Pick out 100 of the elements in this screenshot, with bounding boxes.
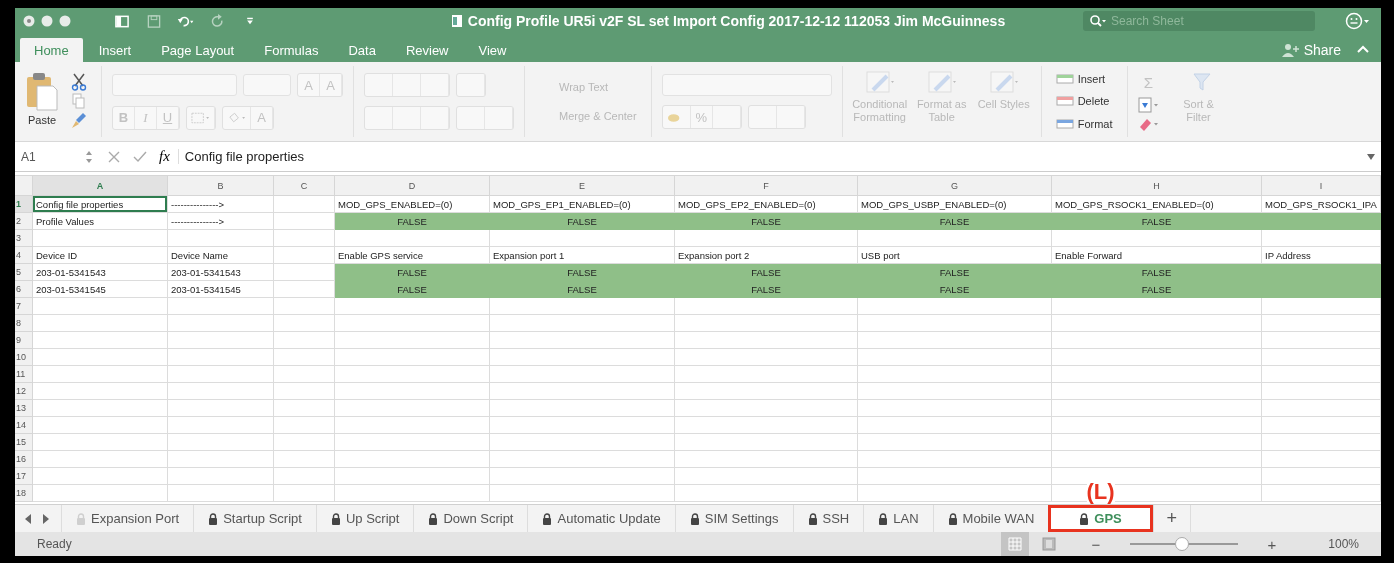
status-text: Ready bbox=[37, 537, 72, 551]
next-sheet-icon[interactable] bbox=[41, 512, 51, 525]
zoom-in-button[interactable]: + bbox=[1261, 534, 1283, 554]
normal-view-button[interactable] bbox=[1001, 532, 1029, 556]
row-header[interactable]: 2 bbox=[15, 213, 33, 230]
collapse-icon[interactable] bbox=[1357, 45, 1369, 53]
column-header[interactable]: D bbox=[335, 176, 490, 196]
table-style-icon bbox=[988, 70, 1019, 96]
table-cell: FALSE bbox=[858, 281, 1052, 298]
table-cell bbox=[274, 332, 335, 349]
column-header[interactable]: C bbox=[274, 176, 335, 196]
search-icon bbox=[1089, 14, 1107, 28]
table-cell: FALSE bbox=[490, 213, 675, 230]
table-cell: 203-01-5341543 bbox=[168, 264, 274, 281]
table-cell: Device ID bbox=[33, 247, 168, 264]
save-icon[interactable] bbox=[145, 13, 163, 29]
column-header[interactable]: G bbox=[858, 176, 1052, 196]
expand-icon[interactable] bbox=[1367, 153, 1375, 160]
row-header[interactable]: 11 bbox=[15, 366, 33, 383]
fill-down-icon[interactable] bbox=[1137, 96, 1160, 113]
cells-icon bbox=[1055, 117, 1074, 130]
scissors-icon[interactable] bbox=[71, 72, 87, 91]
zoom-out-button[interactable]: − bbox=[1085, 534, 1107, 554]
column-header[interactable]: A bbox=[33, 176, 168, 196]
table-cell bbox=[274, 400, 335, 417]
row-header[interactable]: 17 bbox=[15, 468, 33, 485]
person-add-icon bbox=[1281, 43, 1300, 57]
cells-icon bbox=[1055, 95, 1074, 108]
column-header[interactable]: B bbox=[168, 176, 274, 196]
table-cell bbox=[274, 468, 335, 485]
document-icon bbox=[450, 14, 463, 28]
row-header[interactable]: 1 bbox=[15, 196, 33, 213]
zoom-slider-thumb[interactable] bbox=[1174, 537, 1189, 551]
brush-icon[interactable] bbox=[71, 112, 87, 131]
table-cell: FALSE bbox=[335, 264, 490, 281]
row-header[interactable]: 4 bbox=[15, 247, 33, 264]
minimize-icon[interactable] bbox=[41, 15, 53, 27]
sheet-tab[interactable]: GPS bbox=[1048, 505, 1153, 532]
column-header[interactable]: F bbox=[675, 176, 858, 196]
cells-icon bbox=[1055, 73, 1074, 86]
table-cell bbox=[274, 366, 335, 383]
row-header[interactable]: 12 bbox=[15, 383, 33, 400]
cells-button[interactable]: Insert bbox=[1055, 73, 1113, 86]
zoom-icon[interactable] bbox=[59, 15, 71, 27]
table-cell: FALSE bbox=[1052, 264, 1262, 281]
table-cell: 203-01-5341545 bbox=[168, 281, 274, 298]
table-cell bbox=[274, 434, 335, 451]
row-header[interactable]: 6 bbox=[15, 281, 33, 298]
row-header[interactable]: 8 bbox=[15, 315, 33, 332]
paint-bucket-icon bbox=[227, 111, 246, 124]
page-icon bbox=[1042, 537, 1056, 551]
border-icon bbox=[191, 111, 210, 124]
table-cell bbox=[274, 383, 335, 400]
ribbon-tab[interactable]: Home bbox=[20, 38, 83, 62]
table-cell: FALSE bbox=[1052, 281, 1262, 298]
table-cell: Device Name bbox=[168, 247, 274, 264]
previous-sheet-icon[interactable] bbox=[23, 512, 33, 525]
table-cell bbox=[274, 485, 335, 502]
row-header[interactable]: 18 bbox=[15, 485, 33, 502]
clipboard-icon[interactable] bbox=[25, 72, 59, 112]
sidebar-icon[interactable] bbox=[113, 13, 131, 29]
search-field[interactable]: Search Sheet bbox=[1083, 11, 1315, 31]
table-cell: FALSE bbox=[335, 281, 490, 298]
column-header[interactable]: H bbox=[1052, 176, 1262, 196]
table-cell: 203-01-5341543 bbox=[33, 264, 168, 281]
table-cell: FALSE bbox=[675, 264, 858, 281]
smiley-icon[interactable] bbox=[1345, 12, 1371, 30]
cells-button[interactable]: Format bbox=[1055, 117, 1113, 130]
table-cell: FALSE bbox=[490, 264, 675, 281]
table-cell bbox=[274, 349, 335, 366]
function-label[interactable]: fx bbox=[159, 148, 170, 165]
name-box[interactable]: A1 bbox=[15, 149, 85, 164]
select-all-button[interactable] bbox=[15, 176, 33, 196]
table-style-icon bbox=[864, 70, 895, 96]
column-header[interactable]: I bbox=[1262, 176, 1381, 196]
table-cell bbox=[274, 315, 335, 332]
close-icon[interactable] bbox=[23, 15, 35, 27]
check-icon[interactable] bbox=[133, 149, 147, 164]
annotation-label: (L) bbox=[1086, 481, 1115, 503]
table-cell bbox=[274, 298, 335, 315]
row-header[interactable]: 3 bbox=[15, 230, 33, 247]
row-header[interactable]: 7 bbox=[15, 298, 33, 315]
row-header[interactable]: 15 bbox=[15, 434, 33, 451]
zoom-level: 100% bbox=[1327, 537, 1359, 551]
table-cell: FALSE bbox=[675, 213, 858, 230]
cancel-icon[interactable] bbox=[107, 149, 121, 164]
cells-button[interactable]: Delete bbox=[1055, 95, 1113, 108]
formula-field[interactable]: Config file properties bbox=[177, 149, 1367, 164]
row-header[interactable]: 14 bbox=[15, 417, 33, 434]
column-header[interactable]: E bbox=[490, 176, 675, 196]
row-header[interactable]: 9 bbox=[15, 332, 33, 349]
window-title: Config Profile UR5i v2F SL set Import Config 2017-12-12 112053 Jim McGuinness bbox=[467, 13, 1006, 29]
table-cell bbox=[274, 230, 335, 247]
table-cell bbox=[274, 451, 335, 468]
row-header[interactable]: 13 bbox=[15, 400, 33, 417]
row-header[interactable]: 5 bbox=[15, 264, 33, 281]
paste-label[interactable]: Paste bbox=[27, 114, 57, 126]
row-header[interactable]: 16 bbox=[15, 451, 33, 468]
table-style-icon bbox=[926, 70, 957, 96]
row-header[interactable]: 10 bbox=[15, 349, 33, 366]
